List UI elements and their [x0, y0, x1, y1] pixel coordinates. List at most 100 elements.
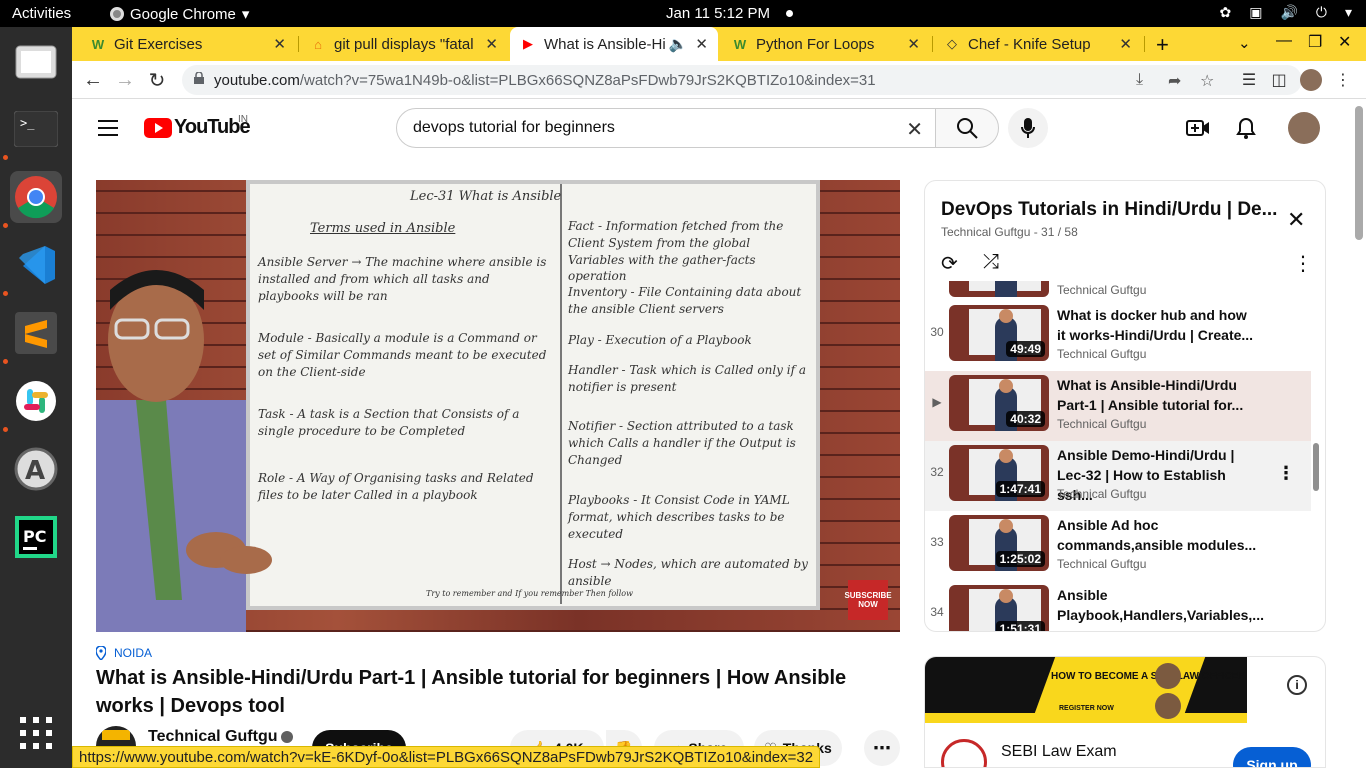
tab-title: What is Ansible-Hi [544, 35, 665, 53]
forward-button[interactable]: → [114, 69, 136, 91]
notifications-bell-icon[interactable] [1234, 116, 1258, 140]
chrome-icon [110, 7, 124, 21]
whiteboard-term: Notifier - Section attributed to a task … [568, 419, 796, 467]
video-duration: 49:49 [1006, 341, 1045, 357]
tab-youtube-ansible[interactable]: ▶ What is Ansible-Hi 🔈 ✕ [510, 27, 718, 61]
close-icon[interactable]: ✕ [1119, 35, 1132, 53]
share-icon[interactable]: ➦ [1168, 71, 1181, 91]
close-icon[interactable]: ✕ [1287, 207, 1305, 233]
search-button[interactable] [935, 108, 999, 148]
page-scrollbar[interactable] [1352, 100, 1366, 768]
chevron-down-icon: ▾ [241, 6, 250, 23]
create-video-icon[interactable] [1186, 116, 1210, 140]
ad-banner-image[interactable]: HOW TO BECOME A SEBI LAW OFFICER REGISTE… [925, 657, 1247, 723]
menu-icon[interactable] [98, 120, 118, 136]
video-duration: 1:47:41 [995, 481, 1045, 497]
reload-button[interactable]: ↻ [146, 69, 168, 92]
audio-playing-icon[interactable]: 🔈 [669, 35, 688, 53]
account-avatar[interactable] [1288, 112, 1320, 144]
notification-dot [786, 10, 793, 17]
video-thumbnail [949, 281, 1049, 297]
vscode-icon[interactable] [10, 239, 62, 291]
info-icon[interactable]: i [1287, 675, 1307, 695]
back-button[interactable]: ← [82, 69, 104, 91]
files-icon[interactable] [10, 35, 62, 87]
whiteboard-term: Inventory - File Containing data about t… [568, 285, 802, 316]
tab-git-pull[interactable]: ⌂ git pull displays "fatal ✕ [300, 27, 508, 61]
tab-python-for-loops[interactable]: W Python For Loops ✕ [722, 27, 930, 61]
color-picker-icon[interactable]: ✿ [1219, 4, 1231, 21]
advertiser-name[interactable]: SEBI Law Exam [1001, 743, 1117, 761]
chevron-down-icon[interactable]: ▾ [1345, 4, 1352, 21]
system-tray[interactable]: ✿ ▣ 🔊 ⏻ ▾ [1219, 4, 1352, 21]
tab-divider [1144, 36, 1145, 52]
playlist-item[interactable]: 33 1:25:02 Ansible Ad hoc commands,ansib… [925, 511, 1311, 581]
close-window-button[interactable]: ✕ [1338, 32, 1351, 52]
close-icon[interactable]: ✕ [695, 35, 708, 53]
playlist-item-current[interactable]: ▶ 40:32 What is Ansible-Hindi/Urdu Part-… [925, 371, 1311, 441]
clock[interactable]: Jan 11 5:12 PM [666, 5, 770, 22]
playlist-item-index: 30 [930, 325, 944, 339]
tab-divider [932, 36, 933, 52]
address-bar[interactable]: youtube.com/watch?v=75wa1N49b-o&list=PLB… [182, 65, 1302, 95]
playlist-item-channel: Technical Guftgu [1057, 487, 1147, 501]
terminal-icon[interactable]: >_ [10, 103, 62, 155]
profile-avatar[interactable] [1300, 69, 1322, 91]
playlist-item-channel: Technical Guftgu [1057, 417, 1147, 431]
tab-chef-knife[interactable]: ◇ Chef - Knife Setup ✕ [934, 27, 1142, 61]
app-name: Google Chrome [130, 5, 236, 23]
lock-icon[interactable] [194, 72, 204, 84]
advertiser-logo[interactable] [941, 739, 987, 767]
playlist-item-index: 34 [930, 605, 944, 619]
power-icon[interactable]: ⏻ [1316, 4, 1327, 21]
loop-icon[interactable]: ⟳ [941, 251, 958, 276]
tab-search-icon[interactable]: ⌄ [1238, 34, 1251, 52]
bookmark-star-icon[interactable]: ☆ [1200, 71, 1214, 91]
volume-icon[interactable]: 🔊 [1280, 4, 1297, 21]
app-grid-icon[interactable] [10, 707, 62, 759]
chrome-menu-icon[interactable]: ⋮ [1332, 69, 1354, 91]
more-vertical-icon[interactable]: ⋮ [1293, 251, 1313, 276]
whiteboard-term: Role - A Way of Organising tasks and Rel… [258, 471, 534, 502]
playlist-title[interactable]: DevOps Tutorials in Hindi/Urdu | De... [941, 199, 1281, 221]
channel-name[interactable]: Technical Guftgu [148, 728, 294, 746]
scrollbar-thumb[interactable] [1355, 106, 1363, 240]
slack-icon[interactable] [10, 375, 62, 427]
network-icon[interactable]: ▣ [1249, 4, 1262, 21]
sublime-icon[interactable] [10, 307, 62, 359]
playlist-scrollbar[interactable] [1313, 443, 1319, 491]
video-location[interactable]: NOIDA [96, 646, 152, 660]
ad-card[interactable]: HOW TO BECOME A SEBI LAW OFFICER REGISTE… [924, 656, 1326, 768]
more-vertical-icon[interactable]: ⋮ [1277, 463, 1295, 484]
close-icon[interactable]: ✕ [907, 35, 920, 53]
pycharm-icon[interactable]: PC [10, 511, 62, 563]
install-icon[interactable]: ⤓ [1136, 71, 1143, 89]
maximize-button[interactable]: ❐ [1308, 32, 1322, 52]
playlist-items: Technical Guftgu 30 49:49 What is docker… [925, 281, 1311, 631]
sign-up-button[interactable]: Sign up [1233, 747, 1311, 767]
video-player[interactable]: Lec-31 What is Ansible Terms used in Ans… [96, 180, 900, 632]
reading-list-icon[interactable]: ☰ [1238, 69, 1260, 91]
clear-search-icon[interactable]: ✕ [906, 117, 923, 142]
new-tab-button[interactable]: + [1156, 32, 1169, 58]
playlist-item[interactable]: 32 1:47:41 Ansible Demo-Hindi/Urdu | Lec… [925, 441, 1311, 511]
playlist-item[interactable]: 34 1:51:31 Ansible Playbook,Handlers,Var… [925, 581, 1311, 631]
tab-git-exercises[interactable]: W Git Exercises ✕ [80, 27, 296, 61]
youtube-logo[interactable]: YouTube IN [144, 114, 251, 139]
app-menu[interactable]: Google Chrome ▾ [110, 5, 249, 23]
search-input[interactable]: devops tutorial for beginners ✕ [396, 108, 936, 148]
close-icon[interactable]: ✕ [485, 35, 498, 53]
close-icon[interactable]: ✕ [273, 35, 286, 53]
side-panel-icon[interactable]: ◫ [1268, 69, 1290, 91]
shuffle-icon[interactable]: ⤮ [983, 251, 999, 274]
youtube-icon: ▶ [523, 36, 533, 51]
activities-button[interactable]: Activities [12, 5, 71, 22]
video-thumbnail: 40:32 [949, 375, 1049, 431]
more-actions-button[interactable]: ⋯ [864, 730, 900, 766]
voice-search-button[interactable] [1008, 108, 1048, 148]
software-updater-icon[interactable]: A [10, 443, 62, 495]
playlist-item-channel: Technical Guftgu [1057, 283, 1147, 297]
playlist-item[interactable]: 30 49:49 What is docker hub and how it w… [925, 301, 1311, 371]
minimize-button[interactable]: — [1276, 32, 1292, 50]
chrome-icon[interactable] [10, 171, 62, 223]
